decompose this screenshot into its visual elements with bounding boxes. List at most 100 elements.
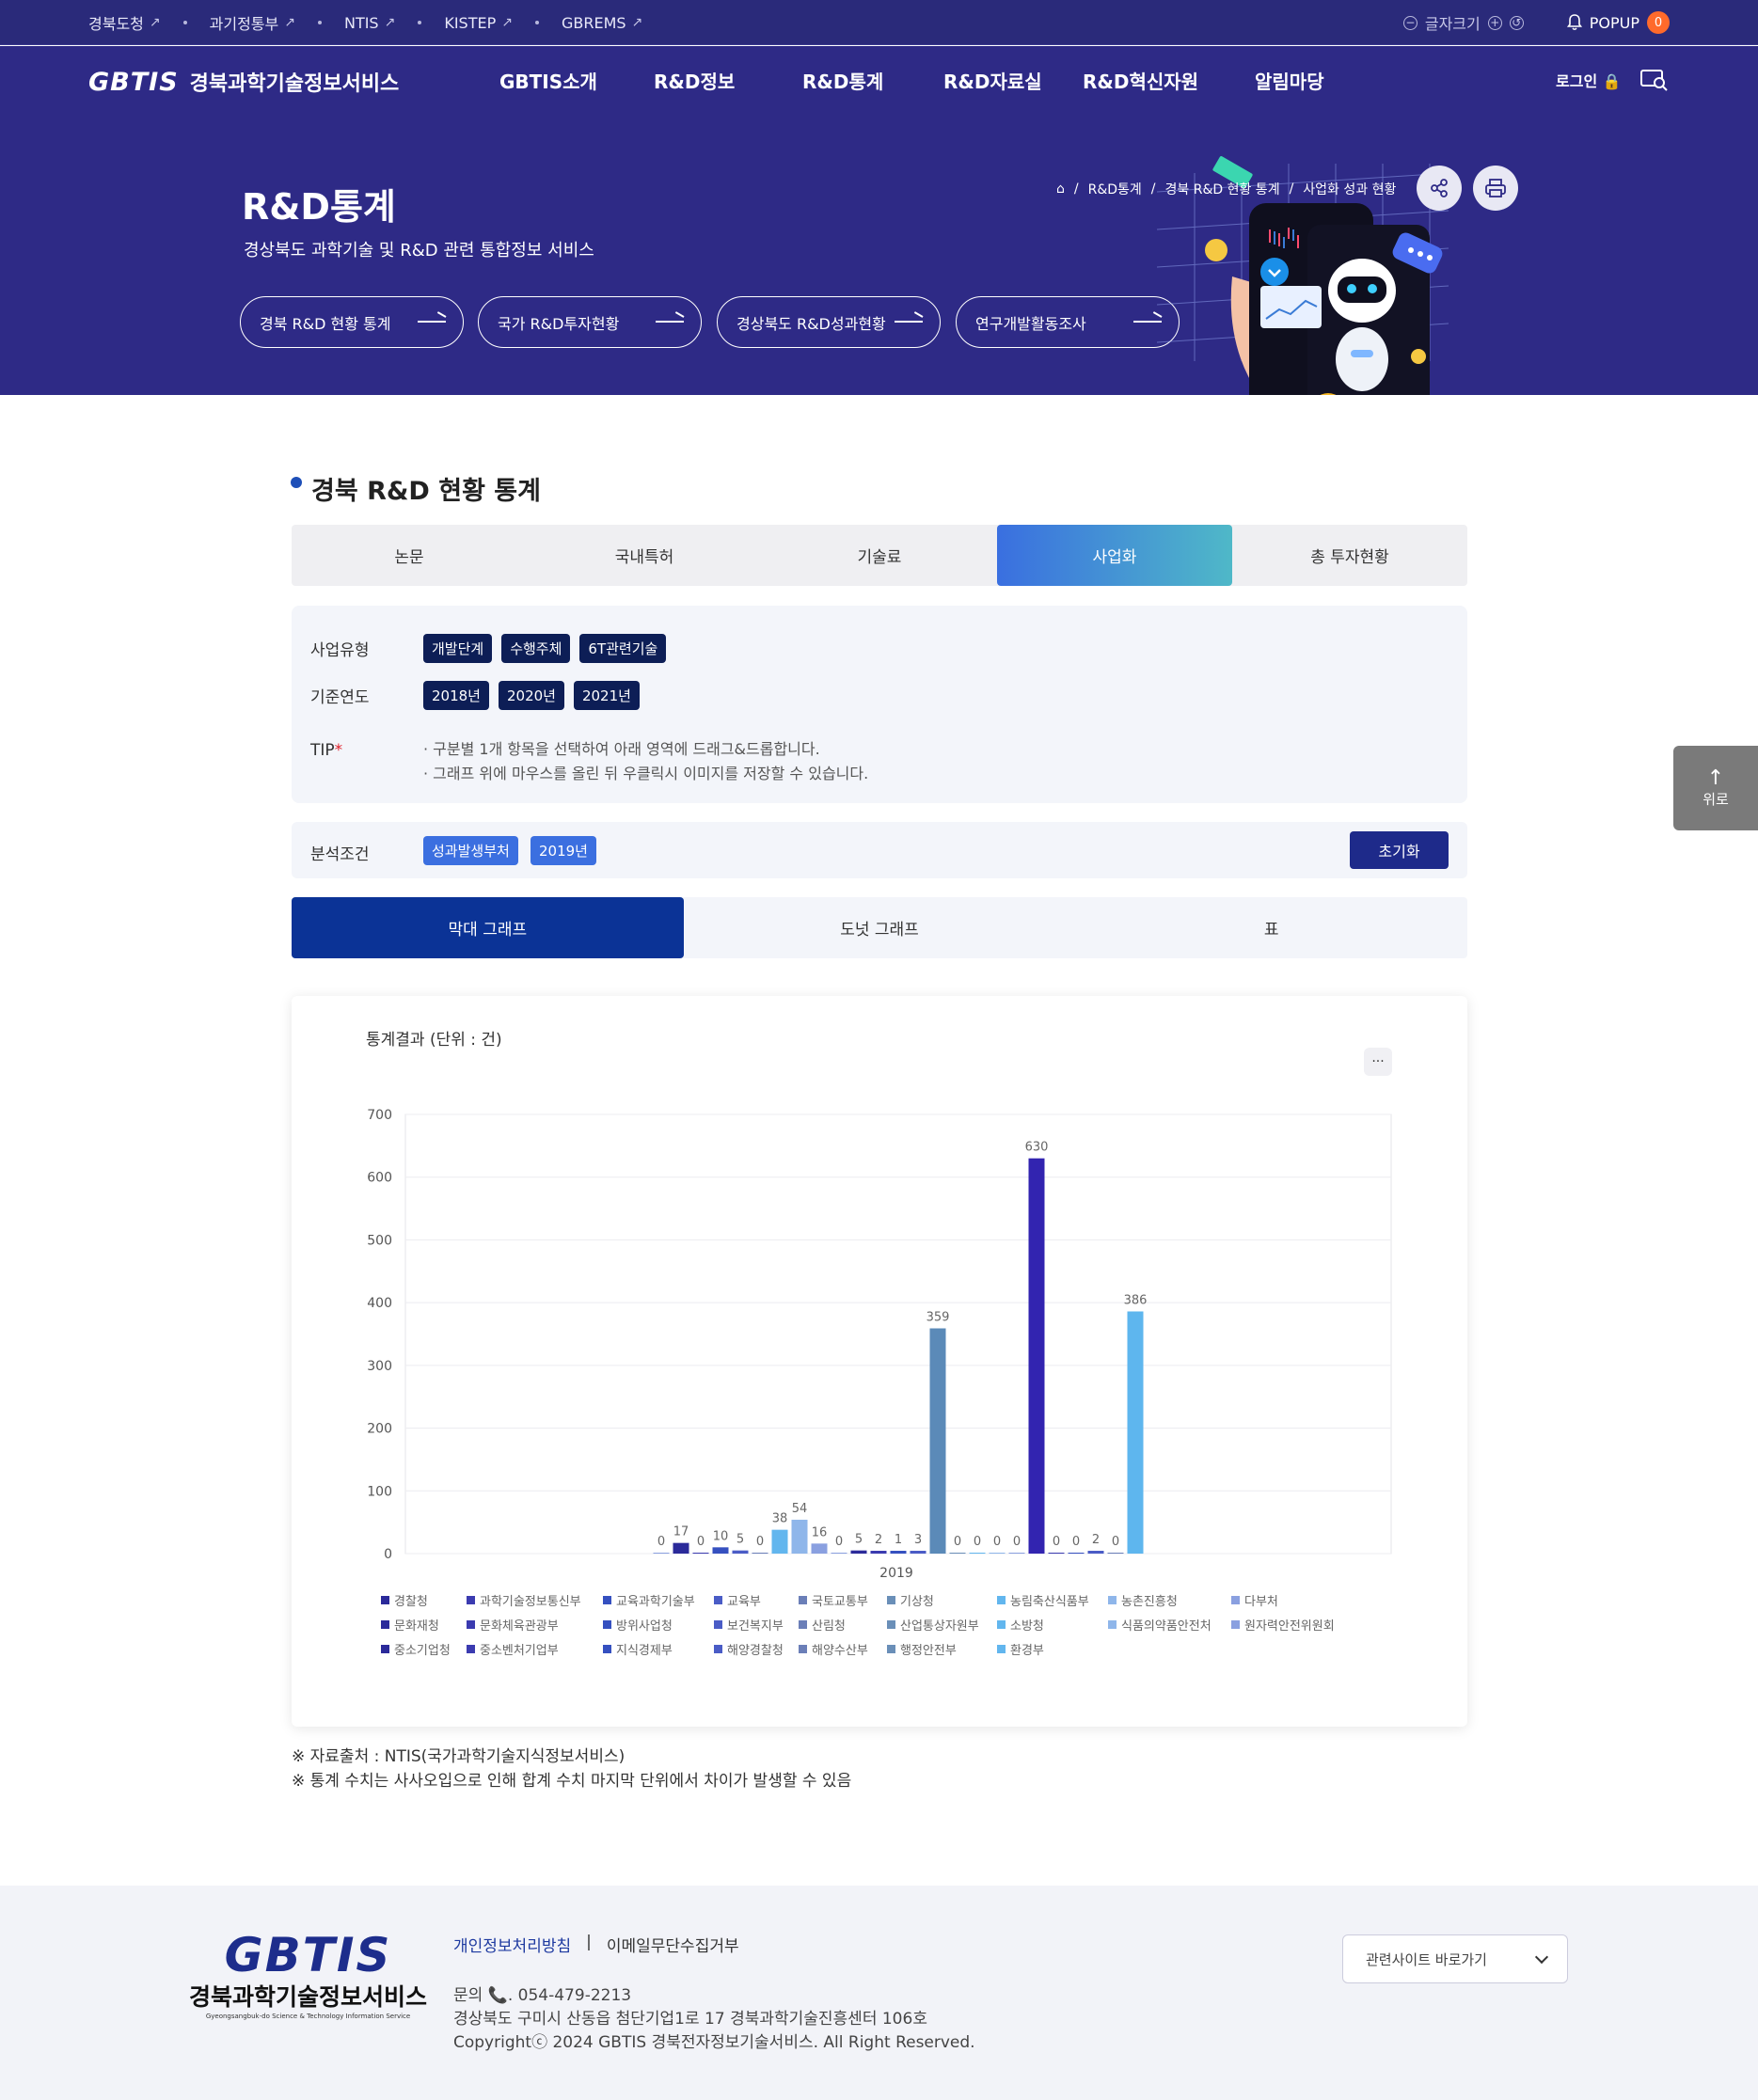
legend-swatch — [799, 1620, 807, 1629]
chip-performer[interactable]: 수행주체 — [501, 634, 571, 663]
tab-papers[interactable]: 논문 — [292, 525, 527, 586]
bar-value-label: 0 — [835, 1535, 843, 1549]
legend-swatch — [799, 1596, 807, 1604]
legend-swatch — [887, 1596, 895, 1604]
nav-item-about[interactable]: GBTIS소개 — [499, 67, 597, 94]
bar — [870, 1551, 887, 1554]
privacy-policy-link[interactable]: 개인정보처리방침 — [453, 1933, 571, 1956]
legend-swatch — [603, 1645, 611, 1653]
popup-count-badge: 0 — [1647, 11, 1670, 34]
footer-logo: GBTIS 경북과학기술정보서비스 Gyeongsangbuk-do Scien… — [189, 1928, 428, 2020]
bar — [969, 1553, 986, 1554]
bullet-dot-icon — [291, 476, 302, 488]
nav-item-rnd-info[interactable]: R&D정보 — [654, 67, 735, 94]
bar-value-label: 2 — [875, 1533, 882, 1547]
link-gbrems[interactable]: GBREMS ↗ — [562, 14, 642, 32]
bar — [1008, 1553, 1025, 1554]
login-button[interactable]: 로그인 🔒 — [1556, 69, 1622, 91]
chart-title: 통계결과 (단위 : 건) — [366, 1031, 502, 1050]
divider-dot — [317, 21, 322, 24]
breadcrumb-item-gb-rnd[interactable]: 경북 R&D 현황 통계 — [1165, 180, 1280, 198]
home-icon[interactable]: ⌂ — [1056, 182, 1065, 197]
link-ntis[interactable]: NTIS ↗ — [344, 14, 395, 32]
external-arrow-icon: ↗ — [284, 15, 295, 30]
legend-label: 해양경찰청 — [727, 1644, 784, 1658]
page-title: R&D통계 — [242, 186, 396, 228]
tab-domestic-patents[interactable]: 국내특허 — [527, 525, 762, 586]
legend-label: 식품의약품안전처 — [1121, 1619, 1212, 1634]
required-asterisk: * — [334, 741, 343, 760]
link-gyeongbuk[interactable]: 경북도청 ↗ — [88, 11, 161, 34]
breadcrumb-item-current[interactable]: 사업화 성과 현황 — [1303, 180, 1396, 198]
tab-total-investment[interactable]: 총 투자현황 — [1232, 525, 1467, 586]
font-increase-icon[interactable]: + — [1487, 15, 1502, 30]
font-decrease-icon[interactable]: − — [1402, 15, 1417, 30]
link-msit[interactable]: 과기정통부 ↗ — [210, 11, 295, 34]
chip-ministry[interactable]: 성과발생부처 — [423, 836, 518, 865]
pill-gb-rnd-results[interactable]: 경상북도 R&D성과현황 — [717, 296, 941, 348]
bar — [673, 1542, 689, 1554]
print-button[interactable] — [1473, 166, 1518, 211]
share-button[interactable] — [1417, 166, 1462, 211]
tip-text: · 구분별 1개 항목을 선택하여 아래 영역에 드래그&드롭합니다. · 그래… — [423, 740, 869, 782]
nav-item-rnd-stats[interactable]: R&D통계 — [802, 67, 883, 94]
pill-national-rnd[interactable]: 국가 R&D투자현황 — [478, 296, 702, 348]
chip-year-2018[interactable]: 2018년 — [423, 681, 489, 710]
font-reset-icon[interactable]: ↺ — [1509, 15, 1524, 30]
chart-menu-button[interactable]: ··· — [1364, 1048, 1392, 1076]
logo-text: GBTIS — [88, 67, 179, 97]
bar-value-label: 10 — [713, 1529, 729, 1543]
bar — [1068, 1553, 1085, 1554]
chip-year-2021[interactable]: 2021년 — [573, 681, 640, 710]
arrow-right-icon — [418, 321, 446, 323]
share-icon — [1431, 179, 1448, 197]
chip-year-2020[interactable]: 2020년 — [498, 681, 564, 710]
popup-button[interactable]: POPUP 0 — [1566, 11, 1670, 34]
tab-bar-graph[interactable]: 막대 그래프 — [292, 897, 684, 958]
reset-button[interactable]: 초기화 — [1350, 831, 1449, 869]
legend-label: 농촌진흥청 — [1121, 1595, 1178, 1609]
legend-swatch — [1231, 1620, 1240, 1629]
legend-swatch — [467, 1620, 475, 1629]
chart-card: 0 100 200 300 400 500 600 700 0 17 0 10 5 0 38 54 16 0 5 2 1… — [292, 996, 1467, 1727]
nav-item-rnd-archive[interactable]: R&D자료실 — [943, 67, 1042, 94]
scroll-to-top-button[interactable]: ↑ 위로 — [1673, 746, 1758, 830]
bar-value-label: 630 — [1025, 1141, 1049, 1155]
chip-6t-tech[interactable]: 6T관련기술 — [579, 634, 667, 663]
chevron-down-icon — [1534, 1950, 1549, 1965]
footer-divider: | — [586, 1933, 592, 1951]
bar-value-label: 3 — [914, 1533, 922, 1547]
external-arrow-icon: ↗ — [149, 15, 161, 30]
chip-year-2019[interactable]: 2019년 — [531, 836, 596, 865]
tab-royalties[interactable]: 기술료 — [762, 525, 997, 586]
legend-swatch — [887, 1620, 895, 1629]
legend-label: 문화체육관광부 — [480, 1619, 559, 1634]
legend-label: 과학기술정보통신부 — [480, 1595, 581, 1609]
search-icon[interactable] — [1640, 69, 1669, 91]
legend-swatch — [997, 1620, 1006, 1629]
tab-table[interactable]: 표 — [1075, 897, 1467, 958]
external-arrow-icon: ↗ — [384, 15, 396, 30]
bar-value-label: 0 — [697, 1535, 705, 1549]
pill-gb-rnd-stats[interactable]: 경북 R&D 현황 통계 — [240, 296, 464, 348]
site-logo[interactable]: GBTIS 경북과학기술정보서비스 — [88, 67, 399, 97]
related-sites-select[interactable]: 관련사이트 바로가기 — [1342, 1934, 1568, 1983]
legend-label: 문화재청 — [394, 1619, 439, 1634]
link-kistep[interactable]: KISTEP ↗ — [444, 14, 513, 32]
hero-illustration — [1156, 156, 1449, 395]
legend-swatch — [714, 1645, 722, 1653]
external-arrow-icon: ↗ — [501, 15, 513, 30]
chip-development-stage[interactable]: 개발단계 — [423, 634, 493, 663]
page-subtitle: 경상북도 과학기술 및 R&D 관련 통합정보 서비스 — [244, 241, 594, 261]
bar-value-label: 38 — [772, 1512, 788, 1526]
email-refusal-link[interactable]: 이메일무단수집거부 — [607, 1933, 739, 1956]
nav-item-notice[interactable]: 알림마당 — [1255, 67, 1324, 94]
tab-commercialization[interactable]: 사업화 — [997, 525, 1232, 586]
breadcrumb-item-rnd-stats[interactable]: R&D통계 — [1088, 180, 1142, 198]
legend-label: 산업통상자원부 — [900, 1619, 979, 1634]
external-links: 경북도청 ↗ 과기정통부 ↗ NTIS ↗ KISTEP ↗ GBREMS ↗ — [88, 0, 642, 45]
breadcrumb-separator: / — [1289, 182, 1294, 197]
bar — [1028, 1158, 1045, 1554]
tab-donut-graph[interactable]: 도넛 그래프 — [684, 897, 1076, 958]
nav-item-rnd-resources[interactable]: R&D혁신자원 — [1083, 67, 1198, 94]
